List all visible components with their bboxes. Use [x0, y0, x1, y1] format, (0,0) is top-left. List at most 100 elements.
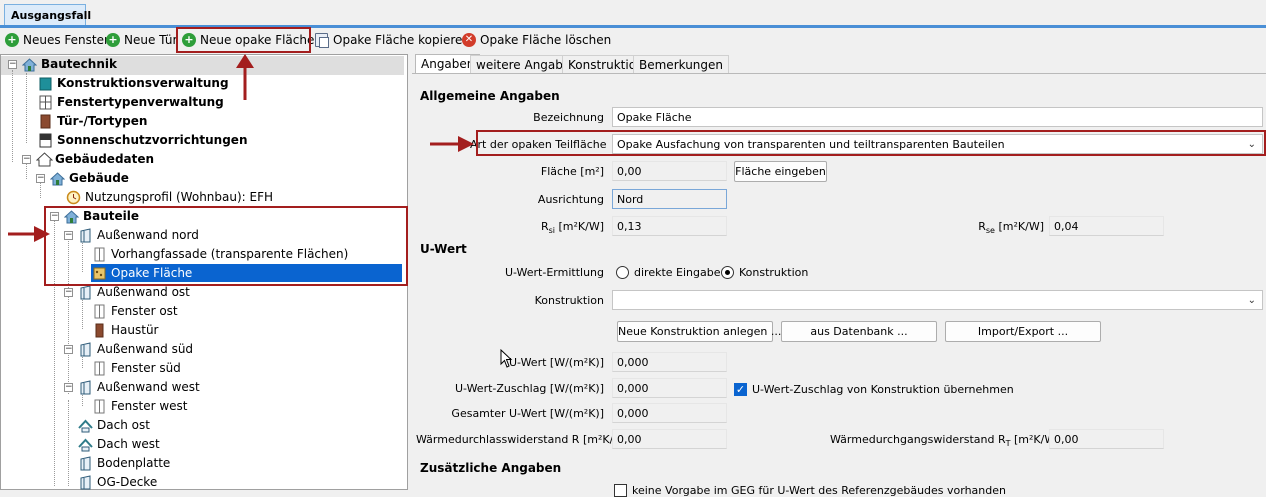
- building-icon: [21, 57, 38, 72]
- tree-item-haustuer[interactable]: Haustür: [92, 321, 158, 339]
- art-opake-teilflaeche-select[interactable]: Opake Ausfachung von transparenten und t…: [612, 134, 1263, 154]
- collapse-toggle[interactable]: −: [64, 345, 73, 354]
- roof-icon: [78, 437, 93, 452]
- cube-icon: [38, 76, 53, 91]
- collapse-toggle[interactable]: −: [64, 288, 73, 297]
- tree-item-fenster-west[interactable]: Fenster west: [92, 397, 187, 415]
- tree-item-fenstertypenverwaltung[interactable]: Fenstertypenverwaltung: [38, 93, 224, 111]
- tree-item-aussenwand-nord[interactable]: Außenwand nord: [78, 226, 199, 244]
- tree-item-bautechnik[interactable]: Bautechnik: [21, 55, 117, 73]
- waermedurchlasswiderstand-field: 0,00: [612, 429, 727, 449]
- tree-item-sonnenschutz[interactable]: Sonnenschutzvorrichtungen: [38, 131, 247, 149]
- konstruktion-select[interactable]: ⌄: [612, 290, 1263, 310]
- wall-icon: [78, 227, 93, 243]
- delete-opaque-surface-button[interactable]: ✕ Opake Fläche löschen: [462, 31, 611, 49]
- window-icon: [38, 95, 53, 110]
- tree-item-label: Außenwand süd: [97, 342, 194, 356]
- clock-icon: [66, 190, 81, 205]
- rt-label-main: Wärmedurchgangswiderstand R: [830, 433, 1006, 446]
- tree-line: [54, 220, 55, 486]
- tree-item-gebaeudedaten[interactable]: Gebäudedaten: [35, 150, 155, 168]
- annotation-arrow-up: [236, 54, 254, 100]
- collapse-toggle[interactable]: −: [64, 231, 73, 240]
- collapse-toggle[interactable]: −: [22, 155, 31, 164]
- tree-item-label: Außenwand ost: [97, 285, 190, 299]
- copy-opaque-label: Opake Fläche kopieren: [333, 33, 470, 47]
- new-opaque-surface-button[interactable]: + Neue opake Fläche: [182, 31, 314, 49]
- tree-item-aussenwand-west[interactable]: Außenwand west: [78, 378, 200, 396]
- tab-bemerkungen[interactable]: Bemerkungen: [633, 55, 730, 73]
- collapse-toggle[interactable]: −: [50, 212, 59, 221]
- tree-item-bauteile[interactable]: Bauteile: [63, 207, 140, 225]
- tree-item-vorhangfassade[interactable]: Vorhangfassade (transparente Flächen): [92, 245, 348, 263]
- import-export-button[interactable]: Import/Export ...: [945, 321, 1101, 342]
- tree-item-aussenwand-sued[interactable]: Außenwand süd: [78, 340, 193, 358]
- tree-line: [26, 163, 27, 179]
- shade-icon: [38, 133, 53, 148]
- label-uwert: U-Wert [W/(m²K)]: [509, 356, 604, 369]
- tree-item-label: Sonnenschutzvorrichtungen: [57, 133, 248, 147]
- tree-item-aussenwand-ost[interactable]: Außenwand ost: [78, 283, 190, 301]
- tree-item-label: Fenster ost: [111, 304, 178, 318]
- tree-item-label: Bautechnik: [41, 57, 117, 71]
- opaque-surface-icon: [92, 266, 107, 281]
- tree-item-label: Gebäudedaten: [55, 152, 155, 166]
- tree-item-fenster-ost[interactable]: Fenster ost: [92, 302, 178, 320]
- door-icon: [38, 114, 53, 129]
- tree-item-nutzungsprofil[interactable]: Nutzungsprofil (Wohnbau): EFH: [66, 188, 273, 206]
- tree-item-label: OG-Decke: [97, 475, 158, 489]
- aus-datenbank-button[interactable]: aus Datenbank ...: [781, 321, 937, 342]
- roof-icon: [78, 418, 93, 433]
- tree-item-label: Bauteile: [83, 209, 140, 223]
- window-icon: [92, 304, 107, 319]
- tree-item-gebaeude[interactable]: Gebäude: [49, 169, 129, 187]
- window-icon: [92, 361, 107, 376]
- collapse-toggle[interactable]: −: [36, 174, 45, 183]
- new-door-button[interactable]: + Neue Tür: [106, 31, 177, 49]
- tree-item-label: Nutzungsprofil (Wohnbau): EFH: [85, 190, 274, 204]
- neue-konstruktion-button[interactable]: Neue Konstruktion anlegen ...: [617, 321, 781, 342]
- new-window-label: Neues Fenster: [23, 33, 109, 47]
- tree-item-opake-flaeche[interactable]: Opake Fläche: [92, 264, 192, 282]
- tree-item-label: Fenster west: [111, 399, 188, 413]
- radio-konstruktion[interactable]: [721, 266, 734, 279]
- section-title-general: Allgemeine Angaben: [420, 89, 560, 103]
- label-gesamter-uwert: Gesamter U-Wert [W/(m²K)]: [451, 407, 604, 420]
- tree-item-label: Dach west: [97, 437, 160, 451]
- wall-icon: [78, 379, 93, 395]
- tree-item-dach-west[interactable]: Dach west: [78, 435, 160, 453]
- tree-item-label: Fenstertypenverwaltung: [57, 95, 224, 109]
- label-ausrichtung: Ausrichtung: [537, 193, 604, 206]
- label-waermedurchgangswiderstand: Wärmedurchgangswiderstand RT [m²K/W]: [830, 433, 1060, 448]
- tree-item-label: Außenwand west: [97, 380, 200, 394]
- radio-direkte-eingabe[interactable]: [616, 266, 629, 279]
- delete-opaque-label: Opake Fläche löschen: [480, 33, 612, 47]
- label-konstruktion: Konstruktion: [534, 294, 604, 307]
- geg-checkbox[interactable]: [614, 484, 627, 497]
- tree-item-dach-ost[interactable]: Dach ost: [78, 416, 150, 434]
- tree-item-konstruktionsverwaltung[interactable]: Konstruktionsverwaltung: [38, 74, 229, 92]
- collapse-toggle[interactable]: −: [8, 60, 17, 69]
- window-icon: [92, 247, 107, 262]
- new-window-button[interactable]: + Neues Fenster: [5, 31, 109, 49]
- add-icon: +: [106, 33, 120, 47]
- ausrichtung-field[interactable]: Nord: [612, 189, 727, 209]
- ceiling-icon: [78, 474, 93, 490]
- tree-item-tuer-tortypen[interactable]: Tür-/Tortypen: [38, 112, 147, 130]
- tree-item-fenster-sued[interactable]: Fenster süd: [92, 359, 181, 377]
- tree-item-label: Gebäude: [69, 171, 129, 185]
- copy-opaque-surface-button[interactable]: Opake Fläche kopieren: [315, 31, 470, 49]
- tree-line: [26, 73, 27, 143]
- tab-ausgangsfall[interactable]: Ausgangsfall: [4, 4, 91, 26]
- uwert-zuschlag-checkbox[interactable]: ✓: [734, 383, 747, 396]
- flaeche-eingeben-button[interactable]: Fläche eingeben: [734, 161, 827, 182]
- bezeichnung-input[interactable]: Opake Fläche: [612, 107, 1263, 127]
- collapse-toggle[interactable]: −: [64, 383, 73, 392]
- tree-item-bodenplatte[interactable]: Bodenplatte: [78, 454, 170, 472]
- tree-item-og-decke[interactable]: OG-Decke: [78, 473, 157, 491]
- door-icon: [92, 323, 107, 338]
- add-icon: +: [5, 33, 19, 47]
- section-title-uwert: U-Wert: [420, 242, 467, 256]
- label-bezeichnung: Bezeichnung: [533, 111, 604, 124]
- uwert-zuschlag-checkbox-label: U-Wert-Zuschlag von Konstruktion überneh…: [752, 383, 1014, 396]
